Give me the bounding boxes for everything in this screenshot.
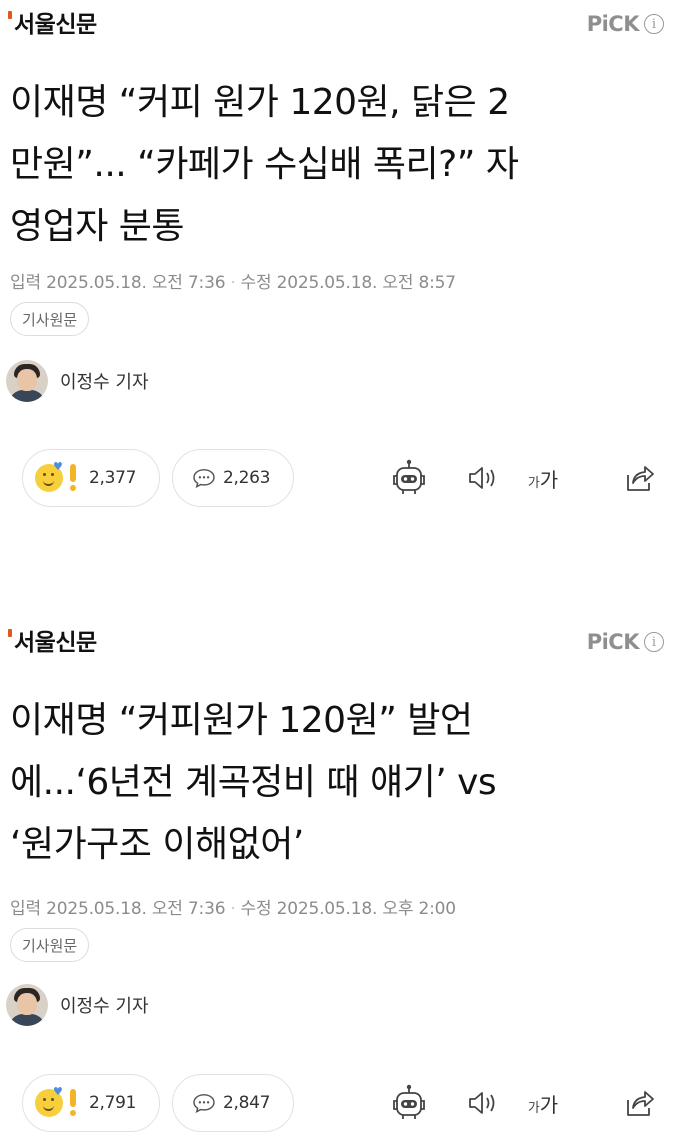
share-button[interactable] (616, 455, 662, 501)
dateline: 입력 2025.05.18. 오전 7:36 · 수정 2025.05.18. 오전… (10, 268, 456, 293)
robot-summary-icon (393, 1084, 425, 1119)
reaction-count: 2,377 (89, 468, 137, 488)
exclamation-icon (65, 1089, 80, 1117)
modified-date: 2025.05.18. 오후 2:00 (276, 899, 456, 919)
summary-button[interactable] (386, 455, 432, 501)
original-article-button[interactable]: 기사원문 (10, 928, 90, 962)
comment-count: 2,263 (223, 468, 271, 488)
press-name: 서울신문 (14, 630, 97, 656)
reaction-button[interactable]: ♥ 2,377 (22, 449, 160, 507)
font-size-icon: 가가 (527, 1092, 559, 1117)
press-mark-icon (8, 11, 12, 19)
headline-line: 이재명 “커피원가 120원” 발언 (10, 700, 473, 741)
press-logo[interactable]: 서울신문 (8, 626, 97, 662)
headline-line: 에...‘6년전 계곡정비 때 얘기’ vs (10, 762, 497, 803)
reporter-info[interactable]: 이정수 기자 (6, 984, 149, 1026)
avatar[interactable] (6, 360, 48, 402)
speaker-icon (469, 467, 495, 489)
input-label: 입력 (10, 899, 41, 919)
article-headline: 이재명 “커피원가 120원” 발언 에...‘6년전 계곡정비 때 얘기’ v… (10, 690, 660, 876)
comment-button[interactable]: 2,847 (172, 1074, 294, 1132)
avatar[interactable] (6, 984, 48, 1026)
comment-bubble-icon (193, 469, 215, 488)
press-name: 서울신문 (14, 12, 97, 38)
tts-button[interactable] (460, 455, 506, 501)
tts-button[interactable] (460, 1080, 506, 1126)
info-icon[interactable]: i (644, 14, 664, 34)
reaction-emoji-icon: ♥ (35, 460, 87, 494)
share-icon (627, 1091, 654, 1116)
robot-summary-icon (393, 459, 425, 494)
summary-button[interactable] (386, 1080, 432, 1126)
pick-label: PiCK (586, 630, 640, 654)
reporter-name[interactable]: 이정수 기자 (60, 368, 149, 394)
reaction-emoji-icon: ♥ (35, 1085, 87, 1119)
reaction-button[interactable]: ♥ 2,791 (22, 1074, 160, 1132)
article-headline: 이재명 “커피 원가 120원, 닭은 2 만원”... “카페가 수십배 폭리… (10, 72, 660, 258)
heart-icon: ♥ (53, 460, 63, 473)
font-size-button[interactable]: 가가 (520, 1080, 566, 1126)
comment-bubble-icon (193, 1094, 215, 1113)
input-date: 2025.05.18. 오전 7:36 (46, 899, 226, 919)
dateline: 입력 2025.05.18. 오전 7:36 · 수정 2025.05.18. 오후… (10, 894, 456, 919)
pick-badge[interactable]: PiCK i (587, 12, 664, 36)
reporter-name[interactable]: 이정수 기자 (60, 992, 149, 1018)
share-button[interactable] (616, 1080, 662, 1126)
share-icon (627, 466, 654, 491)
headline-line: ‘원가구조 이해없어’ (10, 824, 304, 865)
comment-button[interactable]: 2,263 (172, 449, 294, 507)
reporter-info[interactable]: 이정수 기자 (6, 360, 149, 402)
speaker-icon (469, 1092, 495, 1114)
info-icon[interactable]: i (644, 632, 664, 652)
press-mark-icon (8, 629, 12, 637)
font-size-button[interactable]: 가가 (520, 455, 566, 501)
headline-line: 영업자 분통 (10, 206, 185, 247)
exclamation-icon (65, 464, 80, 492)
heart-icon: ♥ (53, 1085, 63, 1098)
input-label: 입력 (10, 273, 41, 293)
font-size-icon: 가가 (527, 467, 559, 492)
reaction-count: 2,791 (89, 1093, 137, 1113)
headline-line: 이재명 “커피 원가 120원, 닭은 2 (10, 82, 510, 123)
pick-badge[interactable]: PiCK i (587, 630, 664, 654)
modified-label: 수정 (240, 899, 272, 919)
input-date: 2025.05.18. 오전 7:36 (46, 273, 226, 293)
comment-count: 2,847 (223, 1093, 271, 1113)
headline-line: 만원”... “카페가 수십배 폭리?” 자 (10, 144, 519, 185)
original-article-button[interactable]: 기사원문 (10, 302, 90, 336)
separator-dot: · (230, 899, 236, 919)
modified-label: 수정 (240, 273, 272, 293)
pick-label: PiCK (586, 12, 640, 36)
separator-dot: · (230, 273, 236, 293)
modified-date: 2025.05.18. 오전 8:57 (276, 273, 456, 293)
press-logo[interactable]: 서울신문 (8, 8, 97, 44)
